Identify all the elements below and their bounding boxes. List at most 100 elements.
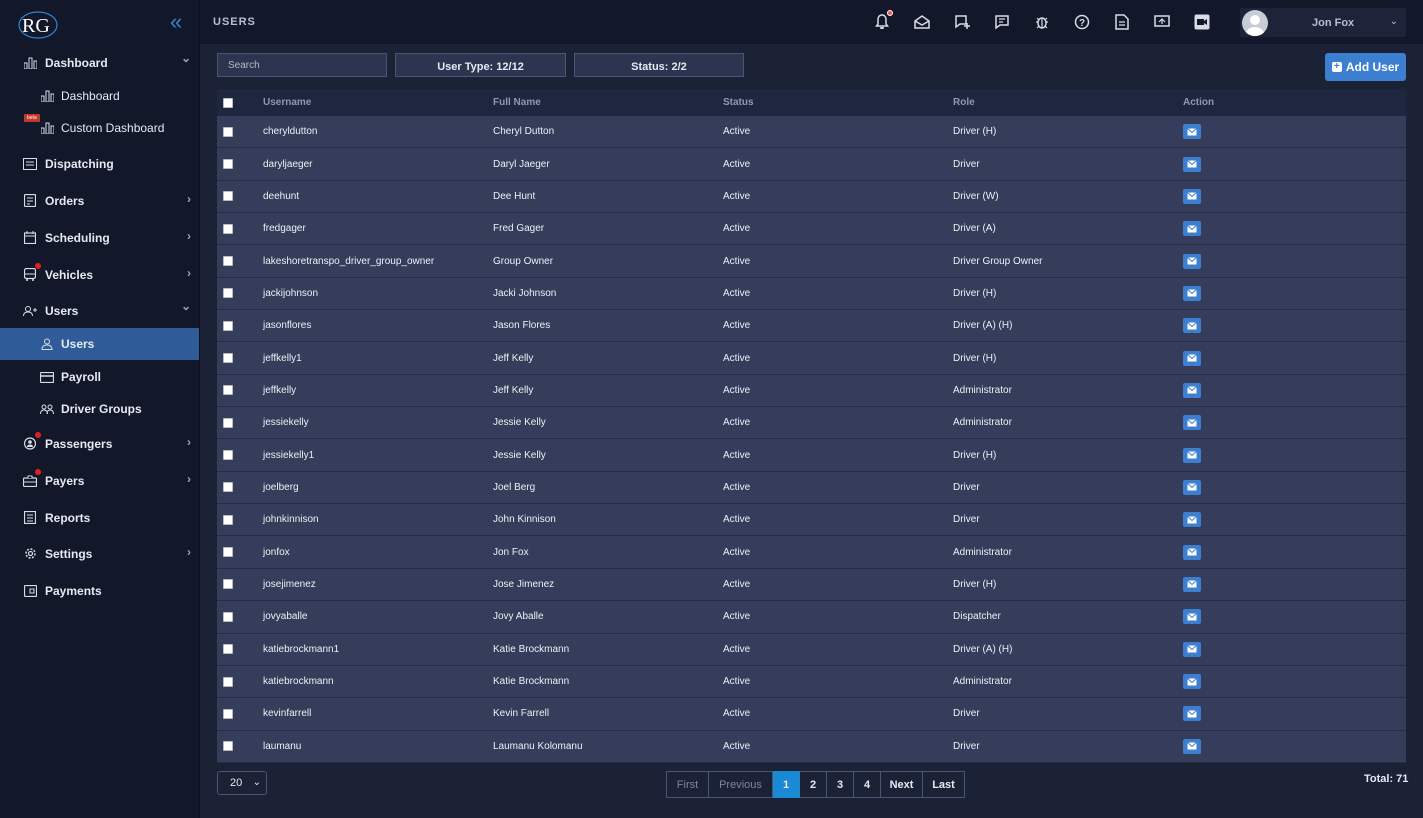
- send-message-icon[interactable]: [1183, 253, 1201, 269]
- video-call-icon[interactable]: [1193, 13, 1211, 31]
- mail-open-icon[interactable]: [913, 13, 931, 31]
- row-checkbox[interactable]: [223, 450, 233, 461]
- first-page-button[interactable]: First: [666, 771, 709, 798]
- row-checkbox[interactable]: [223, 708, 233, 719]
- page-4-button[interactable]: 4: [854, 771, 881, 798]
- row-checkbox[interactable]: [223, 191, 233, 202]
- row-checkbox[interactable]: [223, 417, 233, 428]
- send-message-icon[interactable]: [1183, 641, 1201, 657]
- sidebar-item-settings[interactable]: Settings ›: [0, 535, 199, 572]
- table-row[interactable]: laumanu Laumanu Kolomanu Active Driver: [217, 730, 1406, 763]
- send-message-icon[interactable]: [1183, 738, 1201, 754]
- table-row[interactable]: joelberg Joel Berg Active Driver: [217, 471, 1406, 505]
- send-message-icon[interactable]: [1183, 124, 1201, 140]
- sidebar-item-users[interactable]: Users ⌄: [0, 292, 199, 329]
- user-menu[interactable]: Jon Fox ⌄: [1240, 8, 1406, 37]
- table-row[interactable]: daryljaeger Daryl Jaeger Active Driver: [217, 148, 1406, 181]
- send-message-icon[interactable]: [1183, 576, 1201, 592]
- table-row[interactable]: cheryldutton Cheryl Dutton Active Driver (H…: [217, 116, 1406, 149]
- notifications-bell-icon[interactable]: [873, 10, 893, 31]
- row-checkbox[interactable]: [223, 644, 233, 655]
- page-3-button[interactable]: 3: [827, 771, 854, 798]
- new-message-icon[interactable]: [953, 13, 971, 31]
- send-message-icon[interactable]: [1183, 479, 1201, 495]
- table-row[interactable]: fredgager Fred Gager Active Driver (A): [217, 213, 1406, 246]
- user-type-filter-button[interactable]: User Type: 12/12: [395, 53, 566, 77]
- table-row[interactable]: lakeshoretranspo_driver_group_owner Group…: [217, 245, 1406, 278]
- row-checkbox[interactable]: [223, 223, 233, 234]
- table-row[interactable]: jessiekelly Jessie Kelly Active Administrat…: [217, 407, 1406, 440]
- table-row[interactable]: jackijohnson Jacki Johnson Active Driver (H…: [217, 277, 1406, 311]
- last-page-button[interactable]: Last: [923, 771, 965, 798]
- table-row[interactable]: josejimenez Jose Jimenez Active Driver (H): [217, 568, 1406, 602]
- search-input[interactable]: [217, 53, 387, 77]
- column-header-role[interactable]: Role: [953, 97, 975, 108]
- send-message-icon[interactable]: [1183, 447, 1201, 463]
- row-checkbox[interactable]: [223, 547, 233, 558]
- row-checkbox[interactable]: [223, 256, 233, 267]
- row-checkbox[interactable]: [223, 676, 233, 687]
- row-checkbox[interactable]: [223, 353, 233, 364]
- table-row[interactable]: kevinfarrell Kevin Farrell Active Driver: [217, 698, 1406, 731]
- send-message-icon[interactable]: [1183, 706, 1201, 722]
- status-filter-button[interactable]: Status: 2/2: [574, 53, 744, 77]
- row-checkbox[interactable]: [223, 611, 233, 622]
- sidebar-item-vehicles[interactable]: Vehicles ›: [0, 256, 199, 293]
- row-checkbox[interactable]: [223, 320, 233, 331]
- table-row[interactable]: jovyaballe Jovy Aballe Active Dispatcher: [217, 601, 1406, 634]
- send-message-icon[interactable]: [1183, 544, 1201, 560]
- table-row[interactable]: deehunt Dee Hunt Active Driver (W): [217, 180, 1406, 214]
- table-row[interactable]: jeffkelly1 Jeff Kelly Active Driver (H): [217, 342, 1406, 375]
- table-row[interactable]: johnkinnison John Kinnison Active Driver: [217, 504, 1406, 537]
- table-row[interactable]: katiebrockmann Katie Brockmann Active Admin…: [217, 665, 1406, 699]
- sidebar-item-dispatching[interactable]: Dispatching: [0, 145, 199, 182]
- table-row[interactable]: jessiekelly1 Jessie Kelly Active Driver (H): [217, 439, 1406, 472]
- sidebar-item-dashboard[interactable]: Dashboard ⌄: [0, 44, 199, 81]
- send-message-icon[interactable]: [1183, 318, 1201, 334]
- sidebar-item-payers[interactable]: Payers ›: [0, 462, 199, 499]
- screen-share-icon[interactable]: [1153, 13, 1171, 31]
- sidebar-subitem-driver-groups[interactable]: Driver Groups: [0, 393, 199, 425]
- send-message-icon[interactable]: [1183, 674, 1201, 690]
- collapse-sidebar-icon[interactable]: «: [170, 11, 182, 33]
- send-message-icon[interactable]: [1183, 221, 1201, 237]
- row-checkbox[interactable]: [223, 288, 233, 299]
- table-row[interactable]: katiebrockmann1 Katie Brockmann Active Driv…: [217, 633, 1406, 666]
- page-1-button[interactable]: 1: [773, 771, 800, 798]
- send-message-icon[interactable]: [1183, 156, 1201, 172]
- sidebar-subitem-custom-dashboard[interactable]: Custom Dashboard beta: [0, 112, 199, 144]
- column-header-full-name[interactable]: Full Name: [493, 97, 541, 108]
- send-message-icon[interactable]: [1183, 350, 1201, 366]
- sidebar-subitem-dashboard[interactable]: Dashboard: [0, 80, 199, 112]
- chat-icon[interactable]: [993, 13, 1011, 31]
- row-checkbox[interactable]: [223, 385, 233, 396]
- row-checkbox[interactable]: [223, 126, 233, 137]
- row-checkbox[interactable]: [223, 159, 233, 170]
- row-checkbox[interactable]: [223, 514, 233, 525]
- sidebar-item-scheduling[interactable]: Scheduling ›: [0, 219, 199, 256]
- sidebar-subitem-payroll[interactable]: Payroll: [0, 361, 199, 393]
- row-checkbox[interactable]: [223, 741, 233, 752]
- sidebar-item-payments[interactable]: Payments: [0, 572, 199, 609]
- send-message-icon[interactable]: [1183, 415, 1201, 431]
- send-message-icon[interactable]: [1183, 382, 1201, 398]
- row-checkbox[interactable]: [223, 482, 233, 493]
- sidebar-item-orders[interactable]: Orders ›: [0, 182, 199, 219]
- send-message-icon[interactable]: [1183, 609, 1201, 625]
- send-message-icon[interactable]: [1183, 512, 1201, 528]
- help-icon[interactable]: ?: [1073, 13, 1091, 31]
- document-icon[interactable]: [1113, 13, 1131, 31]
- rows-per-page-select[interactable]: 20 ⌄: [217, 771, 267, 795]
- select-all-checkbox[interactable]: [223, 97, 233, 108]
- sidebar-item-reports[interactable]: Reports: [0, 499, 199, 536]
- send-message-icon[interactable]: [1183, 285, 1201, 301]
- previous-page-button[interactable]: Previous: [709, 771, 773, 798]
- sidebar-subitem-users[interactable]: Users: [0, 328, 199, 360]
- send-message-icon[interactable]: [1183, 188, 1201, 204]
- sidebar-item-passengers[interactable]: Passengers ›: [0, 425, 199, 462]
- add-user-button[interactable]: + Add User: [1325, 53, 1406, 81]
- column-header-username[interactable]: Username: [263, 97, 311, 108]
- next-page-button[interactable]: Next: [881, 771, 923, 798]
- table-row[interactable]: jasonflores Jason Flores Active Driver (A) …: [217, 310, 1406, 343]
- table-row[interactable]: jonfox Jon Fox Active Administrator: [217, 536, 1406, 569]
